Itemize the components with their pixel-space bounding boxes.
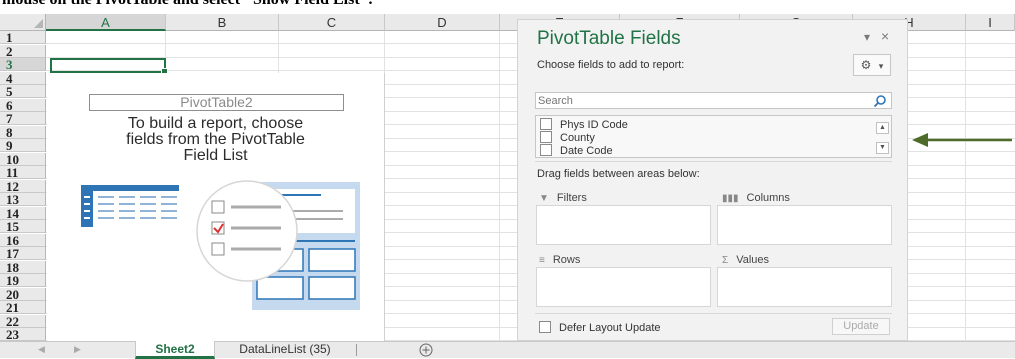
chevron-down-icon: ▾ xyxy=(878,61,884,71)
pane-divider xyxy=(535,161,892,162)
tab-separator xyxy=(356,344,357,356)
column-header-i[interactable]: I xyxy=(966,14,1015,31)
row-header-1[interactable]: 1 xyxy=(0,31,46,44)
search-icon[interactable] xyxy=(873,94,887,108)
row-header-13[interactable]: 13 xyxy=(0,193,46,206)
columns-drop-area[interactable] xyxy=(717,205,892,245)
update-button[interactable]: Update xyxy=(832,318,890,335)
pane-title: PivotTable Fields xyxy=(537,28,681,49)
row-header-23[interactable]: 23 xyxy=(0,328,46,341)
row-header-15[interactable]: 15 xyxy=(0,220,46,233)
pivot-instruction-line: fields from the PivotTable xyxy=(126,131,305,148)
field-list-scrollbar[interactable]: ▲ ▼ xyxy=(876,122,889,154)
row-header-9[interactable]: 9 xyxy=(0,139,46,152)
field-item-county[interactable]: County xyxy=(540,131,595,144)
active-cell-a3[interactable] xyxy=(50,58,168,75)
scroll-up-icon[interactable]: ▲ xyxy=(876,122,889,134)
pane-divider xyxy=(535,313,892,314)
rows-drop-area[interactable] xyxy=(536,267,711,307)
columns-label: Columns xyxy=(746,192,790,204)
pivot-instructions: To build a report, choose fields from th… xyxy=(47,116,384,164)
rows-area-header: ≡ Rows xyxy=(539,254,580,266)
sheet-tab-bar: ◀ ▶ Sheet2 DataLineList (35) xyxy=(0,341,1015,359)
defer-layout-update[interactable]: Defer Layout Update xyxy=(539,321,661,334)
drag-fields-label: Drag fields between areas below: xyxy=(537,168,700,180)
row-header-5[interactable]: 5 xyxy=(0,85,46,98)
filters-area-header: ▼ Filters xyxy=(539,192,587,204)
defer-label: Defer Layout Update xyxy=(559,322,661,334)
filters-label: Filters xyxy=(556,192,587,204)
field-label: Phys ID Code xyxy=(560,119,628,131)
row-header-3[interactable]: 3 xyxy=(0,58,46,71)
field-list[interactable]: Phys ID Code County Date Code ▲ ▼ xyxy=(535,115,892,158)
rows-icon: ≡ xyxy=(539,255,545,266)
row-header-17[interactable]: 17 xyxy=(0,247,46,260)
field-checkbox[interactable] xyxy=(540,131,552,143)
scroll-tabs-right-icon[interactable]: ▶ xyxy=(74,344,81,355)
grid-column-line xyxy=(499,31,500,341)
column-header-c[interactable]: C xyxy=(279,14,385,31)
pivot-table-placeholder[interactable]: PivotTable2 To build a report, choose fi… xyxy=(47,73,385,341)
pivottable-fields-pane[interactable]: PivotTable Fields ▾ × Choose fields to a… xyxy=(517,19,908,341)
tab-sheet2[interactable]: Sheet2 xyxy=(135,341,215,359)
caption-text: mouse on the PivotTable and select "Show… xyxy=(2,0,373,8)
field-settings-button[interactable]: ⚙ ▾ xyxy=(853,54,891,76)
defer-checkbox[interactable] xyxy=(539,321,551,333)
row-header-21[interactable]: 21 xyxy=(0,301,46,314)
select-all-corner[interactable] xyxy=(0,14,46,31)
pane-options-dropdown-icon[interactable]: ▾ xyxy=(864,30,870,44)
row-header-11[interactable]: 11 xyxy=(0,166,46,179)
gear-icon: ⚙ xyxy=(860,58,872,72)
values-drop-area[interactable] xyxy=(717,267,892,307)
tab-datalinelist[interactable]: DataLineList (35) xyxy=(222,341,348,359)
grid-column-line xyxy=(965,31,966,341)
scroll-down-icon[interactable]: ▼ xyxy=(876,142,889,154)
checklist-magnifier-icon xyxy=(196,180,298,282)
columns-icon: ▮▮▮ xyxy=(722,193,739,204)
field-label: Date Code xyxy=(560,145,613,157)
column-header-a[interactable]: A xyxy=(46,14,166,31)
field-search-box[interactable] xyxy=(535,92,892,109)
add-sheet-icon[interactable] xyxy=(419,343,433,357)
field-checkbox[interactable] xyxy=(540,118,552,130)
scroll-track[interactable] xyxy=(876,134,889,142)
rows-label: Rows xyxy=(552,254,581,266)
row-header-7[interactable]: 7 xyxy=(0,112,46,125)
choose-fields-label: Choose fields to add to report: xyxy=(537,59,685,71)
arrow-icon xyxy=(912,133,1012,147)
field-checkbox[interactable] xyxy=(540,144,552,156)
field-item-phys-id-code[interactable]: Phys ID Code xyxy=(540,118,628,131)
table-grid-icon xyxy=(81,185,179,227)
scroll-tabs-left-icon[interactable]: ◀ xyxy=(38,344,45,355)
column-header-b[interactable]: B xyxy=(166,14,279,31)
sigma-icon: Σ xyxy=(722,255,729,266)
instruction-caption: mouse on the PivotTable and select "Show… xyxy=(0,0,1015,14)
pivot-instruction-line: Field List xyxy=(183,147,248,164)
filter-icon: ▼ xyxy=(539,193,549,204)
field-item-date-code[interactable]: Date Code xyxy=(540,144,613,157)
pivot-illustration xyxy=(81,180,360,310)
values-area-header: Σ Values xyxy=(722,254,769,266)
pivot-table-name: PivotTable2 xyxy=(89,94,344,111)
field-label: County xyxy=(560,132,595,144)
column-header-d[interactable]: D xyxy=(385,14,500,31)
columns-area-header: ▮▮▮ Columns xyxy=(722,192,790,204)
field-search-input[interactable] xyxy=(538,94,858,107)
close-icon[interactable]: × xyxy=(881,28,889,44)
values-label: Values xyxy=(736,254,770,266)
pivot-instruction-line: To build a report, choose xyxy=(127,115,304,132)
row-header-19[interactable]: 19 xyxy=(0,274,46,287)
filters-drop-area[interactable] xyxy=(536,205,711,245)
